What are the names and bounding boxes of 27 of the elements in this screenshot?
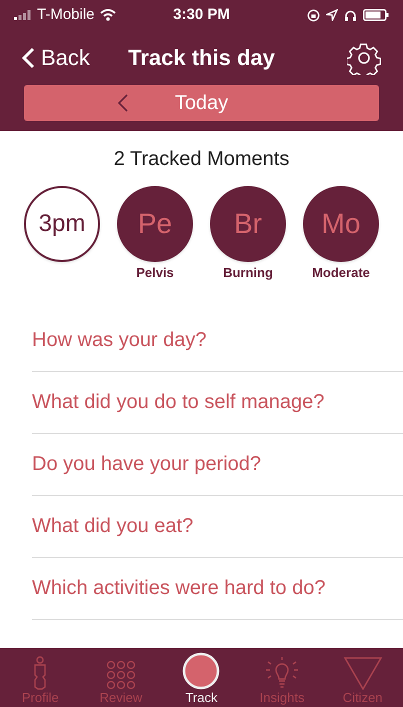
battery-icon [363,9,389,21]
tab-button[interactable]: Track [165,650,238,706]
chevron-left-icon [22,46,35,68]
screen-title: Track this day [128,44,275,72]
clock-time: 3:30 PM [173,6,230,23]
question-link[interactable]: What did you eat? [32,510,194,540]
date-label: Today [174,91,228,116]
dot-grid-icon [106,660,136,690]
signal-icon [14,10,32,20]
wifi-icon [100,9,116,21]
tag-label: Pelvis [136,264,174,282]
circle-icon [182,652,220,690]
chevron-left-icon[interactable] [117,93,129,113]
tag-label: Burning [223,264,273,282]
rotation-lock-icon [307,8,320,22]
question-link[interactable]: Do you have your period? [32,448,262,478]
location-icon [326,9,338,21]
tag-label: Moderate [312,264,370,282]
question-link[interactable]: What did you do to self manage? [32,386,324,416]
question-link[interactable]: Which activities were hard to do? [32,572,326,602]
question-link[interactable]: How was your day? [32,324,207,354]
moments-heading: 2 Tracked Moments [114,148,290,170]
headphones-icon [344,8,357,22]
back-button[interactable]: Back [22,41,90,74]
carrier-name: T-Mobile [37,4,95,25]
settings-icon[interactable] [347,40,381,74]
triangle-icon [342,656,383,690]
